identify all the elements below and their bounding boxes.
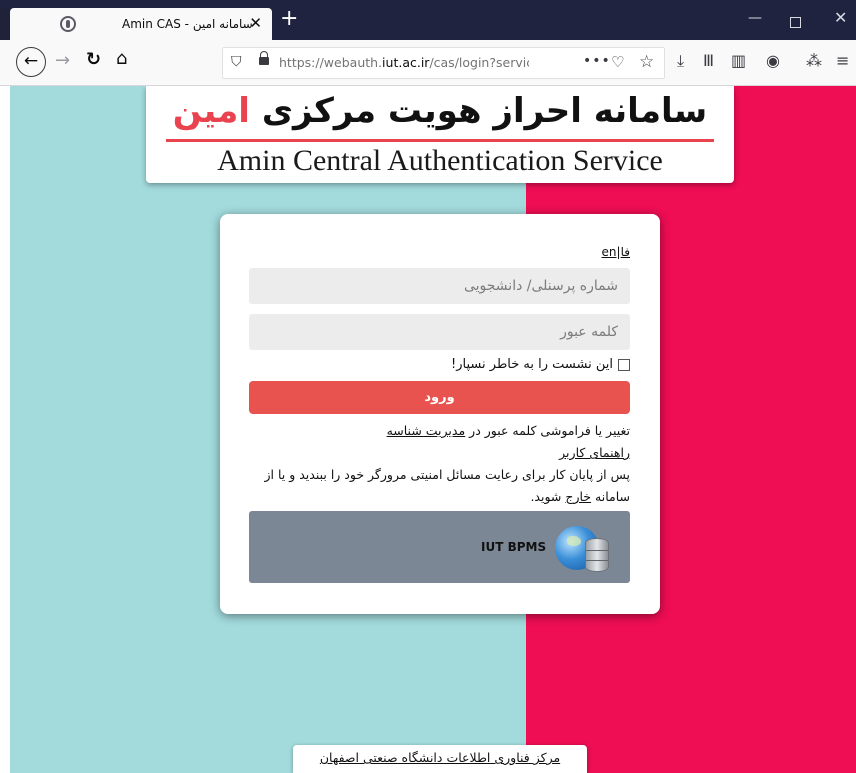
user-guide-link[interactable]: راهنمای کاربر [559,445,630,460]
logout-link[interactable]: خارج [565,489,591,504]
back-button[interactable]: ← [16,47,46,77]
remember-checkbox-row[interactable]: این نشست را به خاطر نسپار! [451,357,630,372]
tracking-shield-icon[interactable]: ⛉ [231,54,242,70]
username-input[interactable] [249,268,630,304]
lock-icon[interactable] [259,51,269,65]
header-title-en: Amin Central Authentication Service [217,144,663,177]
new-tab-button[interactable]: + [280,8,298,30]
lang-en-link[interactable]: en [602,245,617,259]
password-input[interactable] [249,314,630,350]
login-card: en|فا این نشست را به خاطر نسپار! ورود تغ… [220,214,660,614]
url-host: https://webauth. [279,55,383,70]
browser-navbar: ← → ↻ ⌂ ⛉ https://webauth.iut.ac.ir/cas/… [0,40,856,86]
logout-prefix: سامانه [595,489,630,504]
tab-favicon-icon [60,16,76,32]
remember-checkbox[interactable] [618,358,630,371]
browser-titlebar: Amin CAS - سامانه امین ✕ + — ✕ [0,0,856,40]
download-icon[interactable]: ⤓ [677,52,684,70]
remember-label: این نشست را به خاطر نسپار! [451,357,613,372]
home-icon[interactable]: ⌂ [116,48,127,69]
tab-close-button[interactable]: ✕ [249,14,262,32]
extension-icon[interactable]: ⁂ [806,52,822,70]
site-header-banner: سامانه احراز هویت مرکزی امین Amin Centra… [146,86,734,183]
change-password-text: تغییر یا فراموشی کلمه عبور در [469,423,630,438]
pocket-icon[interactable]: ♡ [611,53,624,71]
security-note-text: پس از پایان کار برای رعایت مسائل امنیتی … [264,467,630,482]
url-text[interactable]: https://webauth.iut.ac.ir/cas/login?serv… [279,55,529,70]
footer-it-center-link[interactable]: مرکز فناوری اطلاعات دانشگاه صنعتی اصفهان [320,750,560,765]
url-bar[interactable]: ⛉ https://webauth.iut.ac.ir/cas/login?se… [222,47,665,79]
page-viewport: سامانه احراز هویت مرکزی امین Amin Centra… [10,86,856,773]
back-icon: ← [23,51,39,71]
window-minimize-button[interactable]: — [748,10,762,26]
bpms-banner[interactable]: IUT BPMS [249,511,630,583]
bookmark-star-icon[interactable]: ☆ [639,52,654,72]
header-title-fa-accent: امین [172,91,250,131]
bpms-label: IUT BPMS [481,540,547,554]
sidebar-icon[interactable]: ▥ [731,52,746,70]
language-switcher: en|فا [602,245,630,259]
window-close-button[interactable]: ✕ [834,10,847,26]
library-icon[interactable]: Ⅲ [703,52,714,70]
page-actions-icon[interactable]: ••• [583,53,611,69]
user-guide-line: راهنمای کاربر [240,442,630,464]
footer-box: مرکز فناوری اطلاعات دانشگاه صنعتی اصفهان [293,745,587,773]
change-password-line: تغییر یا فراموشی کلمه عبور در مدیریت شنا… [240,420,630,442]
menu-icon[interactable]: ≡ [836,52,849,70]
url-domain: iut.ac.ir [382,55,430,70]
lang-fa-link[interactable]: فا [621,245,630,259]
browser-tab[interactable]: Amin CAS - سامانه امین ✕ [10,8,272,40]
reload-icon[interactable]: ↻ [86,49,101,70]
window-maximize-button[interactable] [790,17,801,28]
security-note: پس از پایان کار برای رعایت مسائل امنیتی … [240,464,630,508]
tab-title: Amin CAS - سامانه امین [122,17,253,31]
header-title-fa-main: سامانه احراز هویت مرکزی [261,91,708,131]
login-button[interactable]: ورود [249,381,630,414]
header-title-fa: سامانه احراز هویت مرکزی امین [146,88,734,134]
database-icon [585,538,609,572]
account-icon[interactable]: ◉ [766,52,780,70]
identity-management-link[interactable]: مدیریت شناسه [387,423,466,438]
forward-icon[interactable]: → [55,50,70,71]
logout-suffix: شوید. [530,489,562,504]
url-path: /cas/login?service= [429,55,529,70]
titlebar-left-strip [0,8,10,40]
